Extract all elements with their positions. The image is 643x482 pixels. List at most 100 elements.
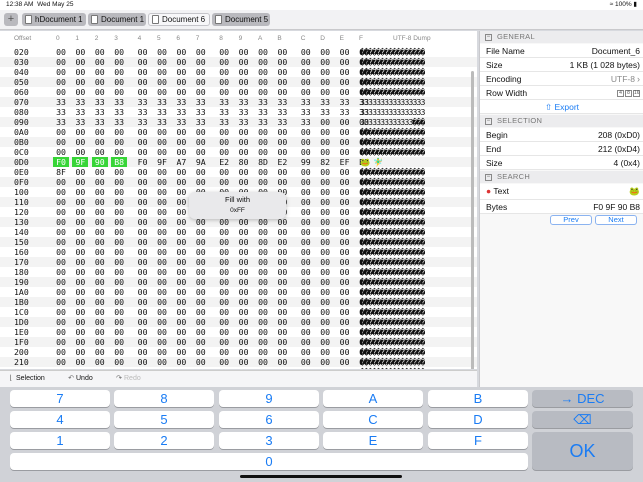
hex-byte-cell[interactable]: 00 — [72, 287, 88, 297]
hex-byte-cell[interactable]: 00 — [298, 197, 314, 207]
hex-byte-cell[interactable]: 00 — [317, 57, 333, 67]
hex-byte-cell[interactable]: 00 — [173, 307, 189, 317]
hex-byte-cell[interactable]: 00 — [72, 267, 88, 277]
hex-byte-cell[interactable]: 00 — [216, 357, 232, 367]
encoding-row[interactable]: Encoding UTF-8 › — [480, 72, 643, 86]
hex-byte-cell[interactable]: 00 — [193, 167, 209, 177]
hex-byte-cell[interactable]: 00 — [216, 137, 232, 147]
hex-byte-cell[interactable]: 00 — [92, 337, 108, 347]
hex-byte-cell[interactable]: 00 — [255, 227, 271, 237]
hex-byte-cell[interactable]: 00 — [92, 367, 108, 369]
hex-byte-cell[interactable]: 33 — [173, 97, 189, 107]
hex-byte-cell[interactable]: 00 — [216, 227, 232, 237]
hex-byte-cell[interactable]: 33 — [274, 97, 290, 107]
hex-byte-cell[interactable]: 80 — [236, 157, 252, 167]
hex-byte-cell[interactable]: 00 — [236, 257, 252, 267]
hex-byte-cell[interactable]: 00 — [53, 337, 69, 347]
hex-byte-cell[interactable]: 00 — [111, 47, 127, 57]
hex-byte-cell[interactable]: 00 — [72, 367, 88, 369]
hex-byte-cell[interactable]: 00 — [154, 327, 170, 337]
hex-byte-cell[interactable]: 33 — [53, 117, 69, 127]
hex-byte-cell[interactable]: 33 — [274, 117, 290, 127]
hex-byte-cell[interactable]: 00 — [337, 207, 353, 217]
hex-byte-cell[interactable]: 00 — [193, 177, 209, 187]
hex-byte-cell[interactable]: 00 — [298, 307, 314, 317]
hex-byte-cell[interactable]: 33 — [337, 107, 353, 117]
hex-byte-cell[interactable]: 00 — [274, 67, 290, 77]
hex-byte-cell[interactable]: 00 — [72, 357, 88, 367]
hex-byte-cell[interactable]: 00 — [135, 47, 151, 57]
hex-byte-cell[interactable]: 00 — [53, 247, 69, 257]
dec-toggle-button[interactable]: → DEC — [532, 390, 633, 407]
hex-byte-cell[interactable]: 00 — [92, 177, 108, 187]
hex-byte-cell[interactable]: 00 — [135, 127, 151, 137]
hex-byte-cell[interactable]: 00 — [154, 237, 170, 247]
hex-byte-cell[interactable]: 00 — [53, 317, 69, 327]
hex-byte-cell[interactable]: 33 — [173, 107, 189, 117]
hex-byte-cell[interactable]: 00 — [337, 277, 353, 287]
key-c[interactable]: C — [323, 411, 423, 428]
hex-byte-cell[interactable]: 00 — [193, 367, 209, 369]
utf8-dump-cell[interactable]: ���������������� — [360, 77, 425, 87]
hex-byte-cell[interactable]: 00 — [111, 307, 127, 317]
hex-byte-cell[interactable]: 00 — [173, 357, 189, 367]
hex-byte-cell[interactable]: 00 — [111, 287, 127, 297]
hex-byte-cell[interactable]: F0 — [53, 157, 69, 167]
selection-section-header[interactable]: − SELECTION — [480, 115, 643, 127]
hex-byte-cell[interactable]: 00 — [135, 217, 151, 227]
utf8-dump-cell[interactable]: ���������������� — [360, 177, 425, 187]
key-b[interactable]: B — [428, 390, 528, 407]
hex-byte-cell[interactable]: 00 — [317, 187, 333, 197]
hex-byte-cell[interactable]: 00 — [154, 167, 170, 177]
hex-byte-cell[interactable]: 00 — [255, 347, 271, 357]
key-4[interactable]: 4 — [10, 411, 110, 428]
hex-byte-cell[interactable]: 00 — [337, 227, 353, 237]
hex-byte-cell[interactable]: 00 — [337, 367, 353, 369]
hex-byte-cell[interactable]: 00 — [111, 127, 127, 137]
hex-byte-cell[interactable]: 00 — [298, 247, 314, 257]
search-section-header[interactable]: − SEARCH — [480, 171, 643, 183]
hex-byte-cell[interactable]: 00 — [216, 127, 232, 137]
selection-button[interactable]: ⌊ Selection — [6, 371, 45, 387]
hex-byte-cell[interactable]: 00 — [337, 357, 353, 367]
hex-byte-cell[interactable]: 00 — [193, 297, 209, 307]
hex-byte-cell[interactable]: 00 — [53, 197, 69, 207]
hex-byte-cell[interactable]: 00 — [135, 307, 151, 317]
hex-byte-cell[interactable]: 00 — [298, 357, 314, 367]
hex-byte-cell[interactable]: 00 — [135, 87, 151, 97]
hex-byte-cell[interactable]: 00 — [255, 357, 271, 367]
hex-byte-cell[interactable]: 00 — [216, 247, 232, 257]
hex-byte-cell[interactable]: 00 — [255, 137, 271, 147]
hex-byte-cell[interactable]: 00 — [274, 237, 290, 247]
hex-byte-cell[interactable]: 00 — [135, 287, 151, 297]
utf8-dump-cell[interactable]: ���������������� — [360, 167, 425, 177]
hex-byte-cell[interactable]: 00 — [317, 287, 333, 297]
hex-byte-cell[interactable]: 00 — [111, 207, 127, 217]
next-button[interactable]: Next — [595, 215, 637, 225]
hex-byte-cell[interactable]: 00 — [298, 227, 314, 237]
hex-byte-cell[interactable]: 00 — [337, 147, 353, 157]
hex-byte-cell[interactable]: 00 — [173, 47, 189, 57]
hex-byte-cell[interactable]: 00 — [193, 287, 209, 297]
hex-byte-cell[interactable]: 00 — [92, 67, 108, 77]
hex-byte-cell[interactable]: 00 — [298, 297, 314, 307]
hex-byte-cell[interactable]: 00 — [135, 277, 151, 287]
hex-byte-cell[interactable]: 00 — [72, 227, 88, 237]
hex-byte-cell[interactable]: 00 — [274, 227, 290, 237]
hex-byte-cell[interactable]: 00 — [236, 87, 252, 97]
hex-byte-cell[interactable]: 00 — [317, 117, 333, 127]
hex-byte-cell[interactable]: 00 — [274, 47, 290, 57]
hex-byte-cell[interactable]: 00 — [298, 67, 314, 77]
hex-byte-cell[interactable]: 00 — [72, 167, 88, 177]
hex-byte-cell[interactable]: 00 — [193, 247, 209, 257]
hex-byte-cell[interactable]: 00 — [72, 317, 88, 327]
hex-byte-cell[interactable]: 33 — [216, 107, 232, 117]
general-section-header[interactable]: − GENERAL — [480, 31, 643, 43]
hex-byte-cell[interactable]: 00 — [274, 257, 290, 267]
hex-byte-cell[interactable]: 00 — [337, 337, 353, 347]
hex-byte-cell[interactable]: 00 — [92, 267, 108, 277]
hex-byte-cell[interactable]: 00 — [216, 67, 232, 77]
hex-byte-cell[interactable]: 00 — [111, 177, 127, 187]
hex-byte-cell[interactable]: 00 — [298, 147, 314, 157]
hex-byte-cell[interactable]: 00 — [154, 147, 170, 157]
